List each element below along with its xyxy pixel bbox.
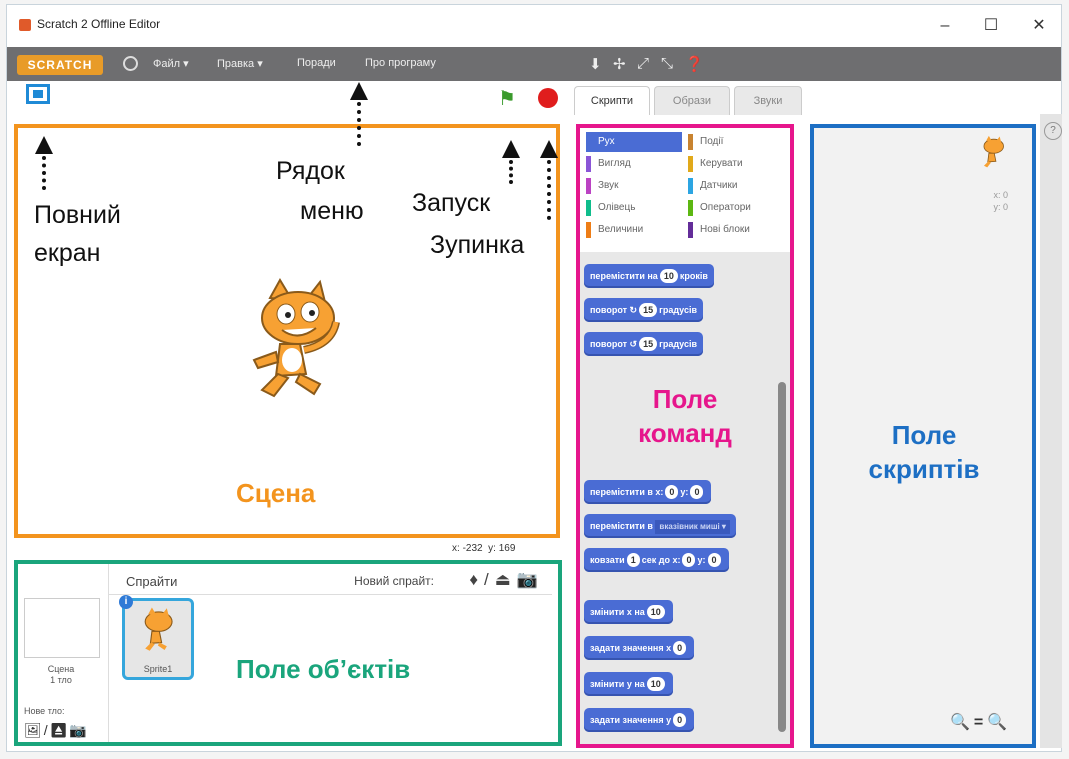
menu-annotation-1: Рядок — [276, 157, 345, 185]
block-categories: Рух Вигляд Звук Олівець Величини Події К… — [580, 128, 790, 253]
block-go-to-xy[interactable]: перемістити в x: 0 y: 0 — [584, 480, 712, 504]
category-pen[interactable]: Олівець — [586, 198, 682, 218]
tab-sounds[interactable]: Звуки — [734, 86, 802, 115]
stage-toolbar: ⚑ — [10, 80, 558, 114]
sprite-thumbnail[interactable]: i Sprite1 — [119, 595, 194, 680]
stage[interactable] — [14, 124, 560, 538]
category-operators[interactable]: Оператори — [688, 198, 784, 218]
menu-annotation-2: меню — [300, 197, 364, 225]
block-turn-left[interactable]: поворот ↺ 15 градусів — [584, 332, 703, 356]
stop-annotation: Зупинка — [430, 231, 525, 259]
sprites-annotation: Поле об’єктів — [236, 654, 411, 684]
category-events[interactable]: Події — [688, 132, 784, 152]
right-help-strip — [1040, 114, 1062, 748]
block-go-to[interactable]: перемістити в вказівник миші ▾ — [584, 514, 736, 538]
minimize-button[interactable]: – — [925, 13, 965, 39]
globe-icon[interactable] — [123, 56, 138, 71]
close-button[interactable]: ✕ — [1019, 13, 1059, 39]
fullscreen-arrow — [35, 136, 53, 154]
block-turn-right[interactable]: поворот ↻ 15 градусів — [584, 298, 703, 322]
stage-coordinates: x: -232 y: 169 — [452, 543, 516, 554]
blocks-palette: Рух Вигляд Звук Олівець Величини Події К… — [576, 124, 794, 748]
zoom-controls[interactable]: 🔍=🔍 — [950, 712, 1011, 732]
start-dots — [509, 160, 513, 184]
title-bar: Scratch 2 Offline Editor – ☐ ✕ — [7, 5, 1061, 47]
block-set-x[interactable]: задати значення x0 — [584, 636, 695, 660]
category-more-blocks[interactable]: Нові блоки — [688, 220, 784, 240]
fullscreen-icon[interactable] — [26, 84, 50, 104]
new-sprite-icons[interactable]: ♦/⏏📷 — [469, 570, 544, 590]
help-circle-icon[interactable]: ? — [1044, 122, 1062, 140]
info-icon[interactable]: i — [119, 595, 133, 609]
scripts-area[interactable]: x: 0 y: 0 Поле скриптів 🔍=🔍 — [810, 124, 1036, 748]
category-data[interactable]: Величини — [586, 220, 682, 240]
stage-label: Сцена — [236, 478, 316, 508]
blocks-annotation: Поле команд — [638, 384, 732, 448]
menu-dots — [357, 102, 361, 146]
cat-corner-icon — [983, 135, 1004, 168]
palette-scrollbar[interactable] — [778, 382, 786, 732]
menu-bar: SCRATCH Файл ▾ Правка ▾ Поради Про прогр… — [7, 47, 1061, 81]
menu-file[interactable]: Файл ▾ — [153, 57, 189, 70]
editor-tabs: Скрипти Образи Звуки — [570, 82, 810, 116]
cat-thumbnail-icon — [144, 607, 173, 651]
cat-sprite-icon — [252, 278, 340, 398]
scene-label: Сцена 1 тло — [47, 664, 75, 685]
block-change-y[interactable]: змінити y на 10 — [584, 672, 673, 696]
block-set-y[interactable]: задати значення y0 — [584, 708, 695, 732]
menu-arrow — [350, 82, 368, 100]
tab-scripts[interactable]: Скрипти — [574, 86, 650, 115]
sprite-name: Sprite1 — [143, 664, 173, 674]
help-icon[interactable]: ❓ — [685, 55, 704, 73]
sprites-pane: Сцена 1 тло Нове тло: 🖼/⏏📷 Спрайти Новий… — [14, 560, 562, 746]
scratch-logo[interactable]: SCRATCH — [17, 55, 103, 75]
sprite-x-readout: x: 0 — [993, 190, 1008, 200]
stop-dots — [547, 160, 551, 220]
scripts-annotation: Поле скриптів — [868, 420, 980, 484]
new-backdrop-icons[interactable]: 🖼/⏏📷 — [24, 722, 89, 739]
blocks-list: перемістити на 10 кроків поворот ↻ 15 градус… — [580, 252, 790, 744]
block-change-x[interactable]: змінити x на 10 — [584, 600, 673, 624]
duplicate-icon[interactable]: ⬇ — [589, 55, 602, 73]
menu-about[interactable]: Про програму — [365, 57, 436, 69]
scratch-app-icon — [19, 19, 31, 31]
category-control[interactable]: Керувати — [688, 154, 784, 174]
menu-edit[interactable]: Правка ▾ — [217, 57, 263, 70]
start-annotation: Запуск — [412, 189, 491, 217]
window-title: Scratch 2 Offline Editor — [37, 17, 161, 31]
delete-icon[interactable]: ✢ — [613, 55, 626, 73]
sprite-y-readout: y: 0 — [993, 202, 1008, 212]
sprites-title: Спрайти — [126, 574, 178, 589]
start-arrow — [502, 140, 520, 158]
fullscreen-annotation-2: екран — [34, 239, 101, 267]
category-looks[interactable]: Вигляд — [586, 154, 682, 174]
green-flag-icon[interactable]: ⚑ — [498, 86, 516, 111]
maximize-button[interactable]: ☐ — [971, 13, 1011, 39]
menu-tips[interactable]: Поради — [297, 57, 336, 69]
shrink-icon[interactable]: ⤡ — [661, 55, 673, 72]
category-motion[interactable]: Рух — [586, 132, 682, 152]
scene-thumbnail[interactable] — [24, 598, 100, 658]
category-sound[interactable]: Звук — [586, 176, 682, 196]
grow-icon[interactable]: ⤢ — [637, 55, 649, 72]
category-sensing[interactable]: Датчики — [688, 176, 784, 196]
new-backdrop-label: Нове тло: — [24, 706, 65, 716]
tab-costumes[interactable]: Образи — [654, 86, 730, 115]
fullscreen-dots — [42, 156, 46, 190]
new-sprite-label: Новий спрайт: — [354, 574, 434, 588]
stop-icon[interactable] — [538, 88, 558, 108]
fullscreen-annotation-1: Повний — [34, 201, 121, 229]
stop-arrow — [540, 140, 558, 158]
block-glide[interactable]: ковзати 1 сек до x: 0 y: 0 — [584, 548, 729, 572]
scene-column: Сцена 1 тло Нове тло: 🖼/⏏📷 — [18, 564, 109, 742]
block-move-steps[interactable]: перемістити на 10 кроків — [584, 264, 714, 288]
sprites-header: Спрайти Новий спрайт: ♦/⏏📷 — [108, 568, 552, 595]
